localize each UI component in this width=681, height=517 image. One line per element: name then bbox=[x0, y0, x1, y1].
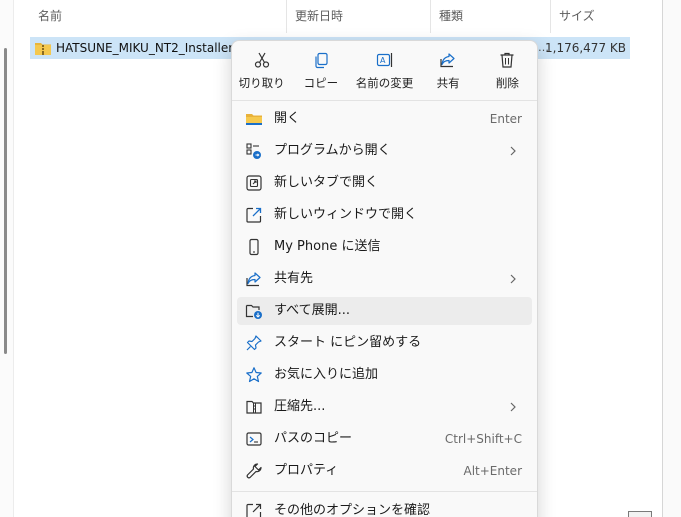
wrench-icon bbox=[246, 463, 262, 479]
column-name[interactable]: 名前 bbox=[30, 0, 280, 33]
context-menu: 切り取り コピー A 名前の変更 共有 削除 開く Enter プログラムから開… bbox=[231, 40, 538, 517]
pin-icon bbox=[246, 335, 262, 351]
rename-button[interactable]: A 名前の変更 bbox=[351, 41, 419, 99]
trash-icon bbox=[500, 52, 514, 68]
delete-button[interactable]: 削除 bbox=[478, 41, 537, 99]
vertical-scrollbar[interactable] bbox=[0, 0, 14, 517]
column-type[interactable]: 種類 bbox=[430, 0, 550, 33]
view-toggle-button[interactable] bbox=[628, 511, 652, 517]
menu-item-open-new-window[interactable]: 新しいウィンドウで開く bbox=[237, 201, 532, 229]
chevron-right-icon bbox=[510, 274, 516, 284]
chevron-right-icon bbox=[510, 146, 516, 156]
copy-path-icon bbox=[246, 432, 262, 446]
new-tab-icon bbox=[246, 175, 262, 191]
copy-icon bbox=[315, 52, 328, 69]
new-window-icon bbox=[246, 207, 262, 223]
phone-icon bbox=[249, 238, 259, 256]
share-to-icon bbox=[246, 272, 261, 287]
file-size: 1,176,477 KB bbox=[545, 41, 626, 55]
menu-item-extract-all[interactable]: すべて展開... bbox=[237, 297, 532, 325]
menu-item-pin-to-start[interactable]: スタート にピン留めする bbox=[237, 329, 532, 357]
menu-item-add-favorites[interactable]: お気に入りに追加 bbox=[237, 361, 532, 389]
chevron-right-icon bbox=[510, 402, 516, 412]
menu-item-share-to[interactable]: 共有先 bbox=[237, 265, 532, 293]
menu-item-open-with[interactable]: プログラムから開く bbox=[237, 137, 532, 165]
star-icon bbox=[246, 367, 262, 383]
right-pane-edge bbox=[662, 0, 681, 517]
rename-icon: A bbox=[376, 53, 392, 67]
scrollbar-thumb[interactable] bbox=[4, 48, 7, 354]
menu-item-open[interactable]: 開く Enter bbox=[237, 105, 532, 133]
menu-item-copy-path[interactable]: パスのコピー Ctrl+Shift+C bbox=[237, 425, 532, 453]
menu-item-more-options[interactable]: その他のオプションを確認 bbox=[237, 497, 532, 517]
compress-icon bbox=[246, 400, 262, 414]
cut-button[interactable]: 切り取り bbox=[232, 41, 291, 99]
menu-separator bbox=[232, 491, 537, 492]
menu-item-send-to-phone[interactable]: My Phone に送信 bbox=[237, 233, 532, 261]
copy-button[interactable]: コピー bbox=[291, 41, 350, 99]
scissors-icon bbox=[254, 52, 269, 68]
column-modified[interactable]: 更新日時 bbox=[286, 0, 430, 33]
quick-action-bar: 切り取り コピー A 名前の変更 共有 削除 bbox=[232, 41, 537, 99]
svg-text:A: A bbox=[380, 56, 386, 65]
menu-item-properties[interactable]: プロパティ Alt+Enter bbox=[237, 457, 532, 485]
menu-separator bbox=[232, 100, 537, 101]
sort-ascending-icon: ⌃ bbox=[157, 0, 168, 7]
share-button[interactable]: 共有 bbox=[419, 41, 478, 99]
extract-icon bbox=[245, 304, 262, 319]
more-options-icon bbox=[246, 503, 262, 517]
column-size[interactable]: サイズ bbox=[550, 0, 630, 33]
open-with-icon bbox=[246, 143, 261, 159]
folder-open-icon bbox=[246, 114, 262, 125]
file-name: HATSUNE_MIKU_NT2_Installer_10 bbox=[56, 41, 255, 55]
share-icon bbox=[440, 53, 455, 68]
menu-item-compress-to[interactable]: 圧縮先... bbox=[237, 393, 532, 421]
menu-item-open-new-tab[interactable]: 新しいタブで開く bbox=[237, 169, 532, 197]
zip-folder-icon bbox=[35, 43, 51, 55]
column-header: 名前 ⌃ 更新日時 種類 サイズ bbox=[30, 0, 630, 33]
